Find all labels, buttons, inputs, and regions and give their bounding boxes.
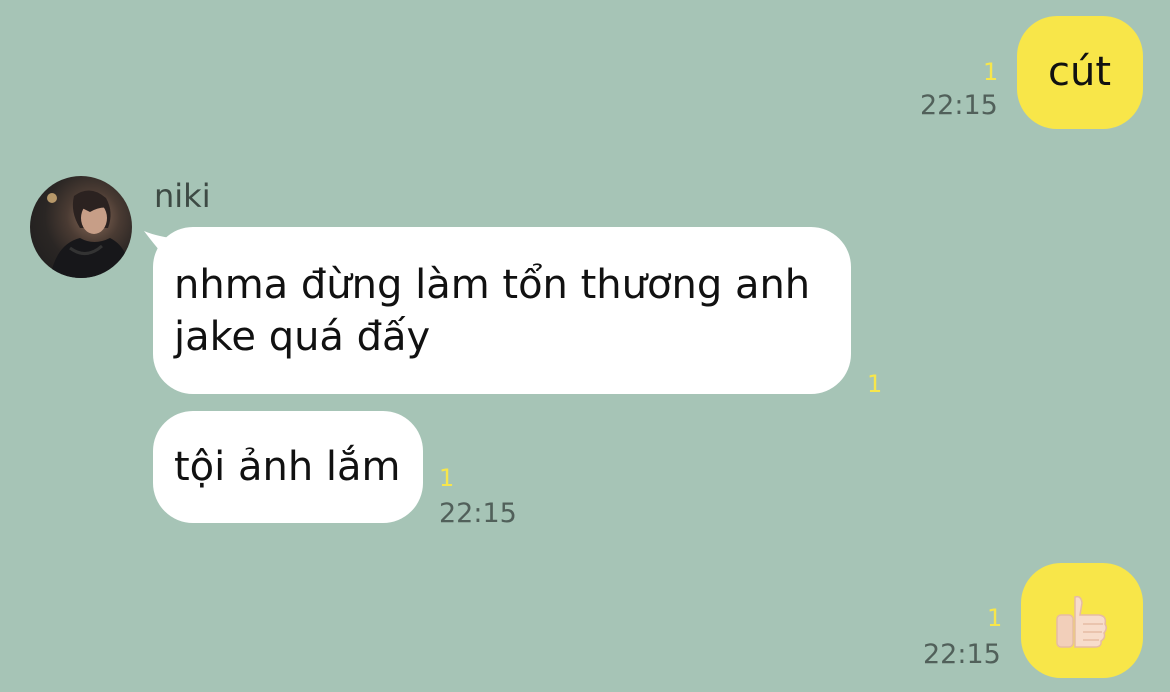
unread-counter: 1 (987, 604, 1003, 632)
message-time: 22:15 (439, 498, 517, 529)
unread-counter: 1 (983, 58, 999, 86)
chat-view: 1 22:15 cút niki nhma đừng làm tổn thươn… (0, 0, 1170, 692)
thumbs-up-emoji (1053, 593, 1111, 649)
message-text: cút (1048, 49, 1112, 95)
unread-counter: 1 (867, 370, 883, 398)
contact-name: niki (154, 177, 211, 215)
unread-counter: 1 (439, 464, 455, 492)
message-time: 22:15 (920, 90, 998, 121)
incoming-message-bubble[interactable]: nhma đừng làm tổn thương anh jake quá đấ… (153, 227, 851, 394)
outgoing-message-bubble[interactable] (1021, 563, 1143, 678)
outgoing-message-bubble[interactable]: cút (1017, 16, 1143, 129)
message-text: tội ảnh lắm (174, 444, 401, 490)
avatar-image (47, 190, 130, 278)
message-text: nhma đừng làm tổn thương anh jake quá đấ… (174, 262, 811, 360)
message-time: 22:15 (923, 639, 1001, 670)
incoming-message-bubble[interactable]: tội ảnh lắm (153, 411, 423, 523)
thumbs-up-icon (1056, 595, 1108, 648)
contact-avatar[interactable] (30, 176, 132, 278)
